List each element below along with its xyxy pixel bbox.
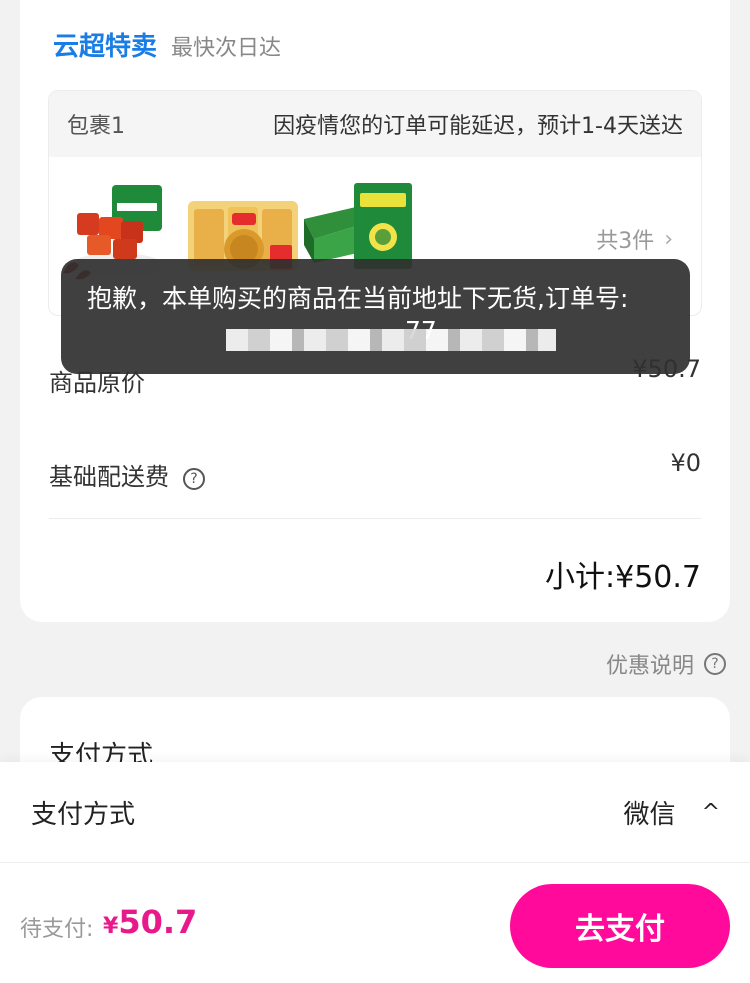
redacted-order-number	[226, 329, 556, 351]
amount-due-label: 待支付:	[20, 917, 94, 942]
delivery-fee-value: ¥0	[670, 449, 701, 477]
store-header: 云超特卖 最快次日达	[53, 26, 281, 63]
promo-info[interactable]: 优惠说明 ?	[606, 648, 726, 680]
store-name: 云超特卖	[53, 32, 158, 62]
item-count[interactable]: 共3件 ›	[596, 223, 673, 255]
subtotal: 小计:¥50.7	[545, 560, 701, 595]
delivery-tag: 最快次日达	[171, 36, 282, 61]
bottom-bar: 支付方式 微信 ^ 待支付: ¥50.7 去支付	[0, 762, 750, 983]
delay-notice: 因疫情您的订单可能延迟，预计1-4天送达	[273, 114, 683, 139]
delivery-fee-row: 基础配送费? ¥0	[49, 449, 701, 492]
amount-due-value: 50.7	[118, 903, 198, 941]
delivery-fee-label-wrap: 基础配送费?	[49, 457, 205, 492]
promo-info-label: 优惠说明	[605, 654, 694, 679]
order-confirm-page: 云超特卖 最快次日达 包裹1 因疫情您的订单可能延迟，预计1-4天送达 共3件 …	[0, 0, 750, 983]
amount-due: ¥50.7	[103, 903, 197, 941]
divider	[49, 518, 701, 519]
payment-method-label: 支付方式	[31, 799, 136, 830]
help-icon[interactable]: ?	[183, 468, 205, 490]
package-label: 包裹1	[67, 114, 125, 139]
out-of-stock-toast: 抱歉，本单购买的商品在当前地址下无货,订单号: 77	[61, 259, 690, 374]
help-icon: ?	[704, 653, 726, 675]
chevron-right-icon: ›	[664, 226, 673, 252]
payment-method-value-wrap: 微信 ^	[624, 794, 720, 831]
pay-button[interactable]: 去支付	[510, 884, 730, 968]
payment-method-value: 微信	[623, 799, 676, 830]
item-count-label: 共3件	[596, 229, 655, 254]
package-header: 包裹1 因疫情您的订单可能延迟，预计1-4天送达	[49, 91, 701, 157]
checkout-bar: 待支付: ¥50.7 去支付	[0, 863, 750, 983]
toast-message: 抱歉，本单购买的商品在当前地址下无货,订单号:	[87, 284, 629, 313]
delivery-fee-label: 基础配送费	[49, 463, 169, 491]
currency-symbol: ¥	[103, 914, 119, 939]
payment-method-selector[interactable]: 支付方式 微信 ^	[0, 762, 750, 863]
chevron-up-icon: ^	[701, 799, 720, 825]
